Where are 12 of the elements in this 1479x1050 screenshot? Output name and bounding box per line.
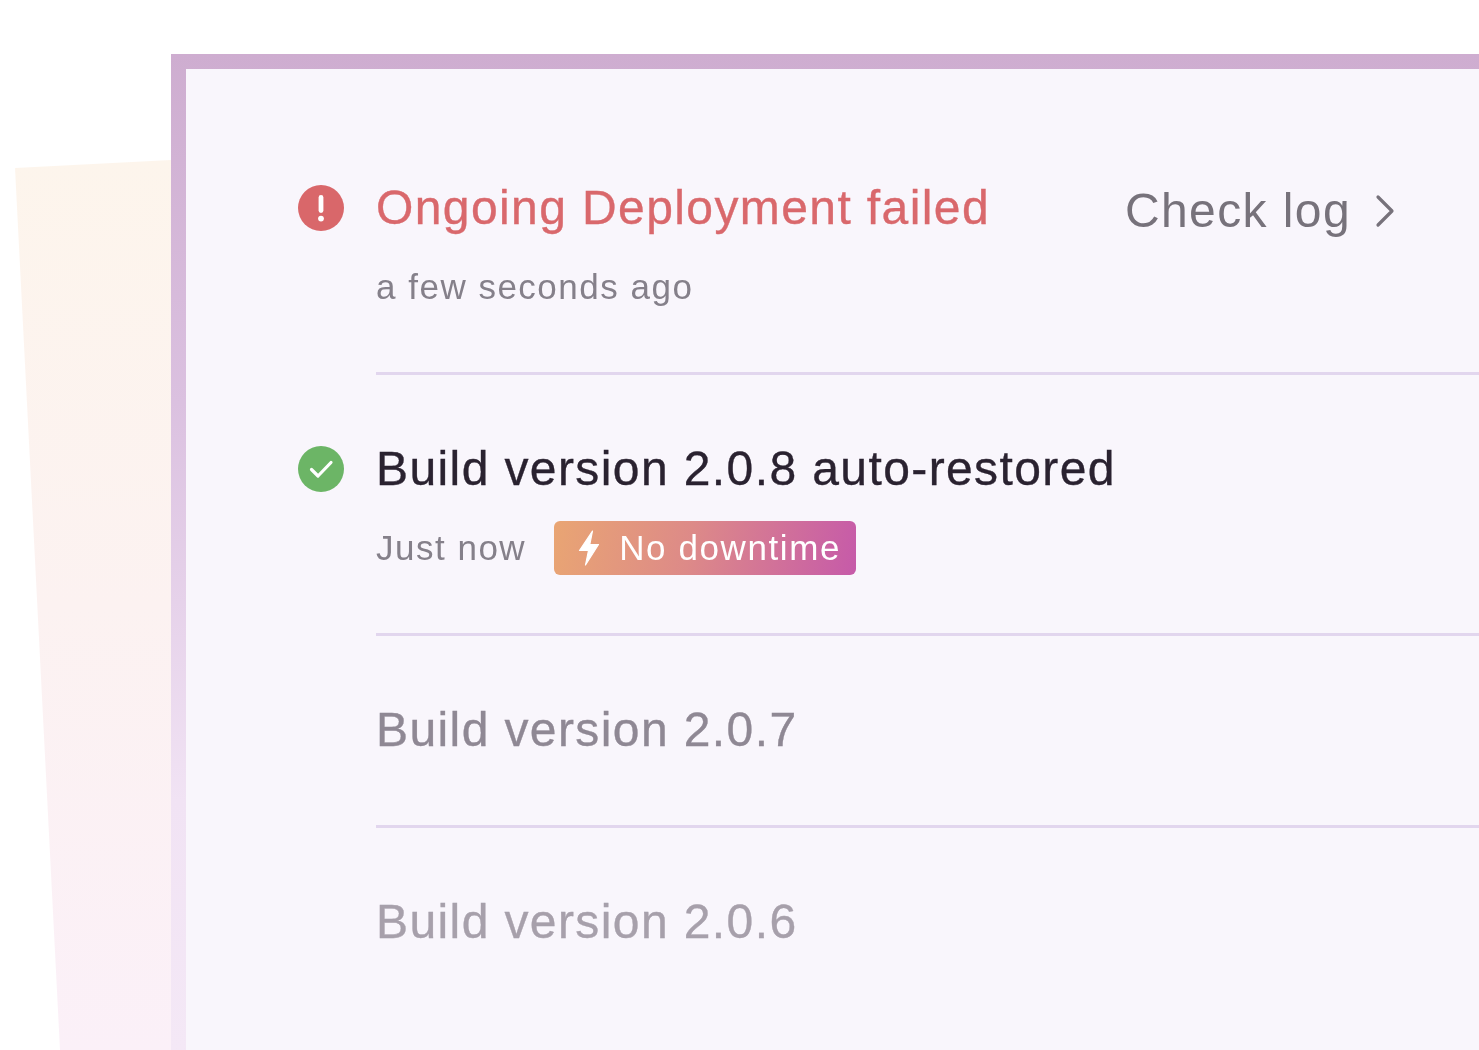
checkmark-icon [298, 446, 344, 492]
deployment-title: Ongoing Deployment failed [376, 180, 991, 236]
deployment-title: Build version 2.0.7 [376, 702, 798, 758]
exclamation-icon [298, 185, 344, 231]
timestamp: a few seconds ago [376, 266, 694, 308]
badge-label: No downtime [619, 527, 841, 569]
chevron-right-icon [1375, 194, 1395, 228]
check-log-link[interactable]: Check log [1124, 182, 1395, 240]
lightning-icon [577, 530, 602, 566]
deployment-title: Build version 2.0.6 [376, 894, 798, 950]
timestamp: Just now [376, 527, 527, 569]
deployment-title: Build version 2.0.8 auto-restored [376, 441, 1116, 497]
